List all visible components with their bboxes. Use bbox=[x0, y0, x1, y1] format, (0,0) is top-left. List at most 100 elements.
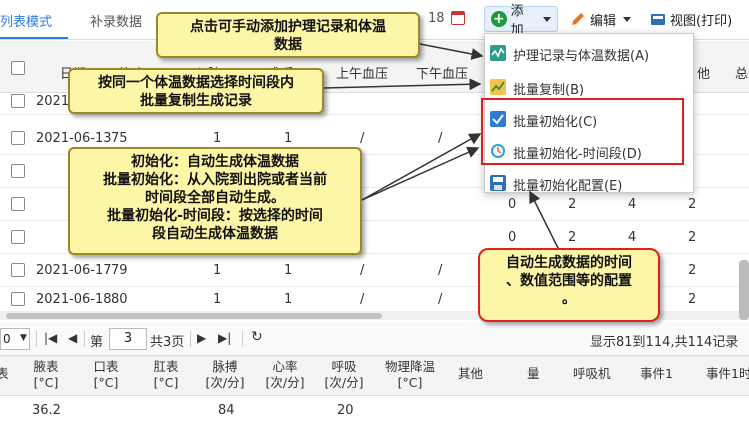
header-other[interactable]: 他 bbox=[697, 63, 710, 82]
detail-header: 物理降温 [°C] bbox=[384, 359, 435, 390]
detail-row[interactable]: 36.2 84 20 bbox=[0, 397, 749, 425]
detail-header: 心率 [次/分] bbox=[265, 359, 305, 390]
pagination-bar: 0 ▼ |◀ ◀ 第 3 共3页 ▶ ▶| ↻ 显示81到114,共114记录 bbox=[0, 322, 749, 356]
row-cell: / bbox=[438, 292, 443, 307]
row-cell: 2 bbox=[568, 230, 577, 245]
detail-header: 肛表 [°C] bbox=[153, 359, 179, 390]
chevron-down-icon[interactable]: ▼ bbox=[20, 333, 27, 343]
detail-header: 呼吸 [次/分] bbox=[324, 359, 364, 390]
menu-item-nursing-record[interactable]: 护理记录与体温数据(A) bbox=[485, 38, 693, 68]
row-cell: 0 bbox=[508, 230, 517, 245]
active-tab-indicator bbox=[0, 37, 68, 39]
page-number-input[interactable]: 3 bbox=[109, 328, 147, 350]
detail-header: 腋表 [°C] bbox=[33, 359, 59, 390]
detail-table-header: 表 腋表 [°C] 口表 [°C] 肛表 [°C] 脉搏 [次/分] 心率 [次… bbox=[0, 356, 749, 396]
detail-header: 口表 [°C] bbox=[93, 359, 119, 390]
row-cell: 2 bbox=[568, 197, 577, 212]
detail-header: 事件1时 bbox=[706, 366, 749, 381]
menu-item-label: 批量初始化配置(E) bbox=[513, 179, 623, 194]
row-cell: 2 bbox=[688, 263, 697, 278]
row-cell: 1 bbox=[284, 131, 293, 146]
row-checkbox[interactable] bbox=[11, 230, 25, 244]
tab-list-mode[interactable]: 列表模式 bbox=[0, 11, 52, 30]
last-page-icon[interactable]: ▶| bbox=[218, 331, 231, 345]
header-last[interactable]: 总 bbox=[735, 63, 748, 82]
menu-item-label: 护理记录与体温数据(A) bbox=[513, 49, 650, 64]
detail-header: 事件1 bbox=[640, 366, 673, 381]
row-cell: / bbox=[360, 131, 365, 146]
detail-header: 其他 bbox=[458, 366, 484, 381]
refresh-icon[interactable]: ↻ bbox=[251, 329, 263, 345]
callout-init-config: 自动生成数据的时间 、数值范围等的配置 。 bbox=[478, 248, 660, 322]
row-checkbox[interactable] bbox=[11, 94, 25, 108]
menu-item-batch-init-config[interactable]: 批量初始化配置(E) bbox=[485, 168, 693, 198]
callout-batch-init: 初始化：自动生成体温数据 批量初始化：从入院到出院或者当前 时间段全部自动生成。… bbox=[68, 147, 362, 255]
row-cell: 2 bbox=[688, 292, 697, 307]
respiration-value: 20 bbox=[337, 403, 354, 418]
edit-button[interactable]: 编辑 bbox=[564, 6, 637, 32]
next-page-icon[interactable]: ▶ bbox=[197, 331, 206, 345]
vertical-scrollbar[interactable] bbox=[739, 260, 749, 320]
divider bbox=[84, 331, 85, 347]
row-date: 2021-06-17 bbox=[36, 263, 112, 278]
scrollbar-thumb[interactable] bbox=[6, 313, 382, 319]
pencil-icon bbox=[572, 13, 584, 25]
row-cell: / bbox=[438, 263, 443, 278]
row-date: 2021 bbox=[36, 94, 70, 109]
detail-header: 表 bbox=[0, 366, 9, 381]
row-checkbox[interactable] bbox=[11, 164, 25, 178]
chevron-down-icon bbox=[543, 16, 551, 22]
row-cell: 4 bbox=[628, 230, 637, 245]
print-view-icon bbox=[651, 14, 665, 25]
calendar-icon[interactable] bbox=[451, 11, 465, 25]
row-cell: 1 bbox=[213, 131, 222, 146]
save-icon bbox=[490, 175, 506, 191]
row-date: 2021-06-18 bbox=[36, 292, 112, 307]
row-cell: 4 bbox=[628, 197, 637, 212]
row-cell: 2 bbox=[688, 197, 697, 212]
chevron-down-icon bbox=[623, 16, 632, 22]
select-all-checkbox[interactable] bbox=[11, 61, 25, 75]
callout-add-manual: 点击可手动添加护理记录和体温 数据 bbox=[156, 12, 420, 58]
row-cell: 79 bbox=[111, 263, 128, 278]
divider bbox=[190, 331, 191, 347]
add-button[interactable]: + 添加 bbox=[484, 4, 558, 38]
header-pm-bp[interactable]: 下午血压 bbox=[416, 63, 468, 82]
row-cell: 1 bbox=[284, 263, 293, 278]
page-label: 第 bbox=[90, 335, 104, 350]
plus-icon: + bbox=[491, 11, 507, 27]
first-page-icon[interactable]: |◀ bbox=[44, 331, 57, 345]
row-cell: 80 bbox=[111, 292, 128, 307]
row-cell: / bbox=[360, 292, 365, 307]
total-pages: 共3页 bbox=[150, 335, 185, 350]
row-cell: 75 bbox=[111, 131, 128, 146]
row-cell: / bbox=[360, 263, 365, 278]
row-checkbox[interactable] bbox=[11, 263, 25, 277]
axillary-temp-value: 36.2 bbox=[32, 403, 61, 418]
detail-header: 量 bbox=[527, 366, 540, 381]
row-cell: 2 bbox=[688, 230, 697, 245]
edit-button-label: 编辑 bbox=[590, 13, 617, 29]
callout-batch-copy: 按同一个体温数据选择时间段内 批量复制生成记录 bbox=[68, 68, 324, 114]
pulse-value: 84 bbox=[218, 403, 235, 418]
highlight-box-init bbox=[481, 98, 684, 165]
row-date: 2021-06-13 bbox=[36, 131, 112, 146]
row-cell: 1 bbox=[284, 292, 293, 307]
row-cell: 1 bbox=[213, 292, 222, 307]
tab-supplement-data[interactable]: 补录数据 bbox=[90, 11, 142, 30]
prev-page-icon[interactable]: ◀ bbox=[68, 331, 77, 345]
header-am-bp[interactable]: 上午血压 bbox=[336, 63, 388, 82]
row-cell: 1 bbox=[213, 263, 222, 278]
row-checkbox[interactable] bbox=[11, 197, 25, 211]
view-print-label: 视图(打印) bbox=[670, 13, 733, 29]
row-checkbox[interactable] bbox=[11, 292, 25, 306]
date-field-fragment[interactable]: 18 bbox=[428, 11, 445, 26]
divider bbox=[36, 331, 37, 347]
detail-header: 脉搏 [次/分] bbox=[205, 359, 245, 390]
row-checkbox[interactable] bbox=[11, 131, 25, 145]
detail-header: 呼吸机 bbox=[573, 366, 611, 381]
chart-line-icon bbox=[490, 45, 506, 61]
row-cell: / bbox=[438, 131, 443, 146]
view-print-button[interactable]: 视图(打印) bbox=[644, 6, 738, 32]
menu-item-label: 批量复制(B) bbox=[513, 83, 585, 98]
